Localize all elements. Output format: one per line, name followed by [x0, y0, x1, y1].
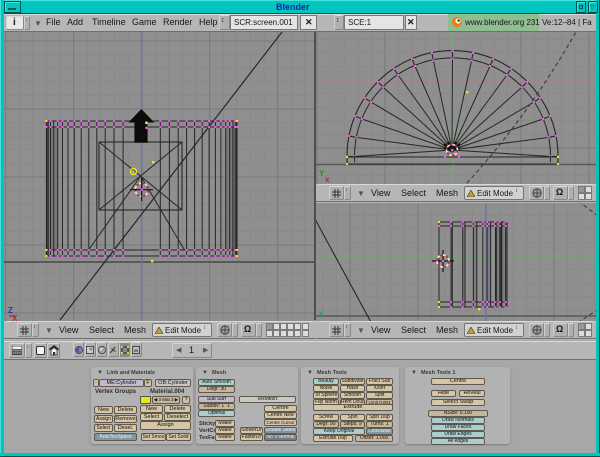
- svg-text:y: y: [319, 309, 324, 318]
- svg-text:x: x: [325, 175, 330, 184]
- svg-text:X: X: [12, 314, 18, 321]
